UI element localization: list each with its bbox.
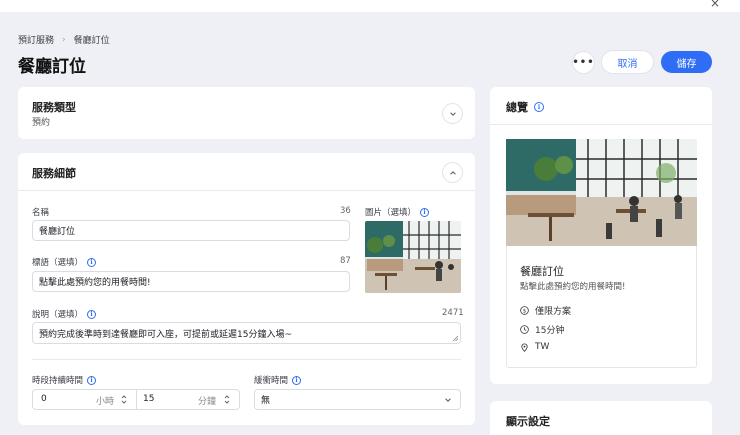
- info-icon[interactable]: i: [534, 102, 544, 112]
- window-top-bar: ×: [0, 0, 740, 12]
- location-pin-icon: [521, 343, 528, 352]
- service-type-card: 服務類型 預約: [18, 87, 475, 139]
- description-text: 預約完成後準時到達餐廳即可入座，可提前或延遲15分鐘入場~: [39, 329, 292, 340]
- duration-label-text: 時段持續時間: [32, 376, 84, 386]
- save-button[interactable]: 儲存: [661, 51, 712, 73]
- buffer-selected-value: 無: [261, 396, 271, 406]
- tagline-char-count: 87: [340, 256, 351, 266]
- svg-text:$: $: [523, 308, 526, 314]
- description-label-text: 說明（選填）: [32, 310, 84, 320]
- buffer-label-text: 緩衝時間: [254, 376, 289, 386]
- image-label: 圖片（選填） i: [365, 206, 430, 218]
- overview-service-name: 餐廳訂位: [520, 265, 564, 278]
- overview-duration-row: 15分钟: [520, 323, 564, 336]
- hours-stepper-icon[interactable]: [121, 394, 127, 405]
- buffer-select[interactable]: 無: [254, 389, 461, 410]
- clock-icon: [520, 325, 529, 334]
- image-label-text: 圖片（選填）: [365, 208, 417, 218]
- minutes-stepper-icon[interactable]: [224, 394, 230, 405]
- duration-hours-input[interactable]: 0: [41, 394, 47, 404]
- display-settings-card: 顯示設定: [490, 401, 712, 435]
- divider: [490, 124, 712, 125]
- description-textarea[interactable]: 預約完成後準時到達餐廳即可入座，可提前或延遲15分鐘入場~: [32, 322, 461, 344]
- tagline-label: 標語（選填） i: [32, 256, 97, 268]
- duration-input-group: 0 小時 15 分鐘: [32, 389, 240, 410]
- breadcrumb-parent[interactable]: 預訂服務: [18, 33, 54, 46]
- breadcrumb-current: 餐廳訂位: [73, 36, 110, 46]
- close-icon[interactable]: ×: [710, 0, 720, 10]
- description-char-count: 2471: [442, 308, 464, 318]
- divider: [32, 359, 461, 360]
- display-settings-title: 顯示設定: [506, 415, 550, 428]
- info-icon[interactable]: i: [420, 207, 430, 217]
- tagline-input[interactable]: 點擊此處預約您的用餐時間!: [32, 271, 350, 292]
- name-label: 名稱: [32, 206, 49, 218]
- service-type-title: 服務類型: [32, 101, 76, 114]
- duration-minutes-input[interactable]: 15: [143, 394, 154, 404]
- restaurant-photo: [365, 221, 461, 293]
- chevron-right-icon: ›: [62, 34, 66, 45]
- description-label: 說明（選填） i: [32, 308, 97, 320]
- info-icon[interactable]: i: [87, 257, 97, 267]
- overview-location: TW: [535, 342, 550, 352]
- overview-tagline: 點擊此處預約您的用餐時間!: [520, 282, 626, 292]
- overview-price-row: $ 僅限方案: [520, 304, 571, 317]
- overview-title: 總覽 i: [506, 99, 544, 115]
- overview-hero-image: [506, 139, 697, 246]
- name-input[interactable]: 餐廳訂位: [32, 220, 350, 241]
- service-type-value: 預約: [32, 118, 51, 128]
- breadcrumb: 預訂服務 › 餐廳訂位: [18, 33, 110, 47]
- cancel-button[interactable]: 取消: [602, 51, 653, 73]
- overview-duration: 15分钟: [535, 326, 565, 336]
- duration-label: 時段持續時間 i: [32, 374, 97, 386]
- hours-unit: 小時: [96, 397, 115, 407]
- buffer-label: 緩衝時間 i: [254, 374, 302, 386]
- tagline-label-text: 標語（選填）: [32, 258, 84, 268]
- more-options-button[interactable]: •••: [572, 52, 594, 73]
- info-icon[interactable]: i: [87, 375, 97, 385]
- restaurant-photo: [506, 139, 697, 246]
- name-label-text: 名稱: [32, 208, 50, 218]
- overview-card: 總覽 i 餐廳訂位 點擊此處預約您的用餐時間! $ 僅限方案 15分钟 TW: [490, 87, 712, 384]
- overview-location-row: TW: [520, 342, 549, 352]
- divider: [18, 190, 475, 191]
- dollar-icon: $: [520, 306, 529, 315]
- overview-price: 僅限方案: [535, 307, 572, 317]
- chevron-up-icon: [449, 170, 456, 175]
- collapse-service-detail-button[interactable]: [443, 163, 462, 182]
- name-char-count: 36: [340, 206, 351, 216]
- expand-service-type-button[interactable]: [443, 104, 462, 123]
- page-title: 餐廳訂位: [18, 57, 86, 77]
- info-icon[interactable]: i: [87, 309, 97, 319]
- service-detail-card: 服務細節 名稱 36 餐廳訂位 圖片（選填） i 標語（選填） i 87 點擊此…: [18, 153, 475, 425]
- stepper-divider: [136, 390, 137, 409]
- info-icon[interactable]: i: [292, 375, 302, 385]
- chevron-down-icon: [445, 398, 451, 402]
- overview-title-text: 總覽: [506, 101, 528, 114]
- minutes-unit: 分鐘: [198, 397, 217, 407]
- resize-handle-icon[interactable]: [452, 335, 458, 341]
- chevron-down-icon: [449, 111, 456, 116]
- restaurant-image-thumbnail[interactable]: [365, 221, 461, 293]
- service-detail-title: 服務細節: [32, 167, 76, 180]
